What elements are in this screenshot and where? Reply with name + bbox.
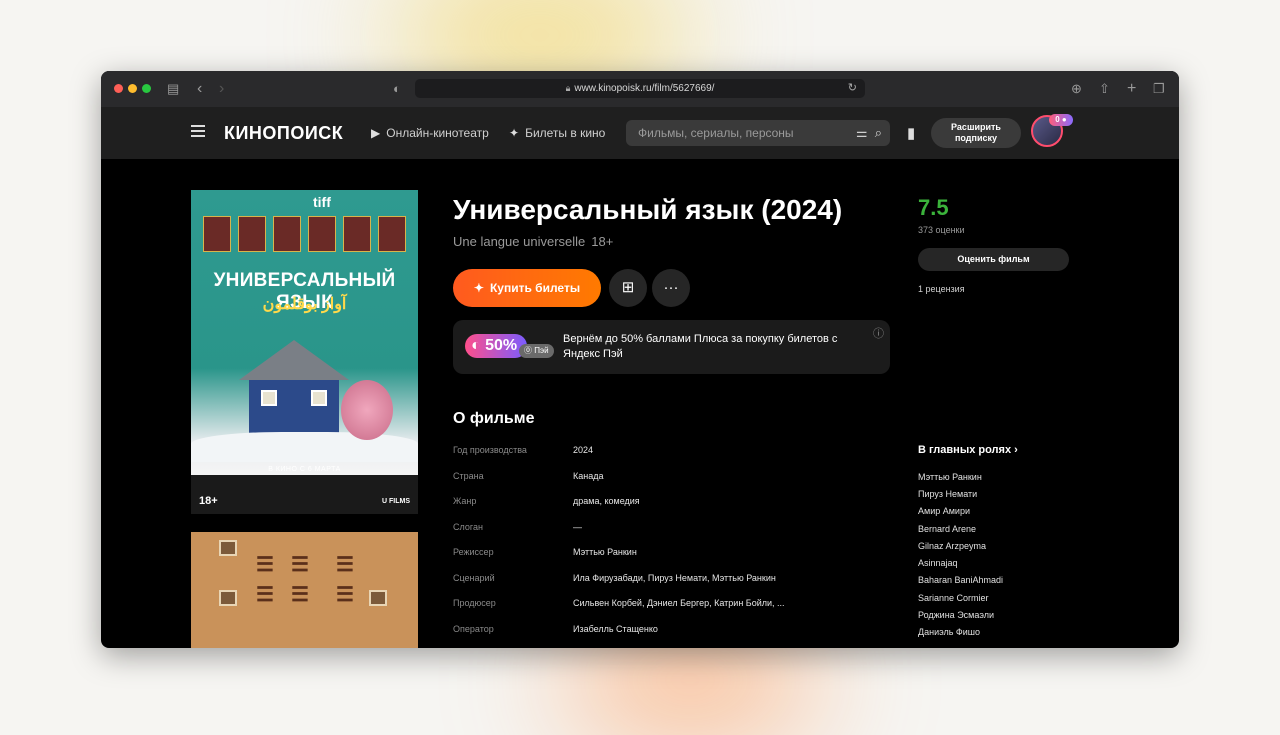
info-row: Слоган — [453,522,582,532]
zoom-window-button[interactable] [142,84,151,93]
new-tab-icon[interactable]: + [1127,71,1136,107]
film-still-image[interactable]: ☰ ☰ ☰ ☰ ☰ ☰ [191,532,418,648]
forward-icon[interactable]: › [219,71,224,107]
cast-member[interactable]: Пируз Немати [918,488,977,500]
rate-film-button[interactable]: Оценить фильм [918,248,1069,271]
minimize-window-button[interactable] [128,84,137,93]
poster-house [239,340,349,440]
poster-tree [341,380,393,440]
info-icon[interactable]: ⓘ [873,325,884,341]
cast-member[interactable]: Sarianne Cormier [918,592,989,604]
back-icon[interactable]: ‹ [197,71,202,107]
play-icon: ▶ [371,126,381,140]
about-heading: О фильме [453,410,535,427]
info-row: Страна Канада [453,471,604,481]
buy-tickets-button[interactable]: ✦ Купить билеты [453,269,601,307]
info-row: Год производства 2024 [453,445,594,455]
plus-points-badge: 0 ● [1049,114,1073,126]
votes-count: 373 оценки [918,225,965,235]
cast-member[interactable]: Asinnajaq [918,557,958,569]
nav-online-cinema[interactable]: ▶ Онлайн-кинотеатр [371,123,489,143]
poster-title-arabic: آواز بوقلمون [262,296,347,313]
film-poster[interactable]: tiff УНИВЕРСАЛЬНЫЙ ЯЗЫК آواز بوقلمون В К… [191,190,418,514]
add-to-watchlist-button[interactable]: ⊞ [609,269,647,307]
info-row: Жанр драма, комедия [453,496,640,506]
sidebar-icon[interactable]: ▤ [167,71,179,107]
address-bar[interactable]: 🔒︎ www.kinopoisk.ru/film/5627669/ ↻ [415,79,865,98]
poster-snow [191,432,418,462]
cast-member[interactable]: Bernard Arene [918,523,976,535]
info-row: Сценарий Ила Фирузабади, Пируз Немати, Мэ… [453,573,776,583]
cast-heading[interactable]: В главных ролях › [918,444,1018,456]
share-icon[interactable]: ⇧ [1099,71,1110,107]
site-header: КИНОПОИСК ▶ Онлайн-кинотеатр ✦ Билеты в ки… [101,107,1179,159]
downloads-icon[interactable]: ⊕ [1071,71,1082,107]
search-input[interactable]: Фильмы, сериалы, персоны ⚌ ⌕ [626,120,890,146]
site-logo[interactable]: КИНОПОИСК [224,120,343,146]
ticket-star-icon: ✦ [473,281,484,295]
chevron-right-icon: › [1014,444,1018,456]
info-row: Оператор Изабелль Стащенко [453,624,658,634]
browser-toolbar: ▤ ‹ › ◐ 🔒︎ www.kinopoisk.ru/film/5627669/… [101,71,1179,107]
cast-member[interactable]: Gilnaz Arzpeyma [918,540,986,552]
film-title: Универсальный язык (2024) [453,194,843,225]
poster-age-rating: 18+ [199,495,218,507]
festival-logo: tiff [313,194,331,210]
reload-icon[interactable]: ↻ [848,79,857,98]
yandex-pay-badge: ⓪ Пэй [519,344,554,358]
promo-text: Вернём до 50% баллами Плюса за покупку б… [563,333,838,360]
age-rating: 18+ [591,234,614,249]
original-title: Une langue universelle 18+ [453,234,614,249]
privacy-shield-icon[interactable]: ◐ [393,71,401,107]
close-window-button[interactable] [114,84,123,93]
upgrade-subscription-button[interactable]: Расширить подписку [931,118,1021,148]
bookmark-plus-icon: ⊞ [621,279,635,296]
more-options-button[interactable]: ··· [652,269,690,307]
plus-discount-badge: ◐ 50% [465,334,527,358]
plus-cashback-banner[interactable]: ◐ 50% ⓪ Пэй Вернём до 50% баллами Плюса … [453,320,890,374]
lock-icon: 🔒︎ [565,83,571,93]
cast-member[interactable]: Мэттью Ранкин [918,471,982,483]
cast-member[interactable]: Амир Амири [918,505,970,517]
more-icon: ··· [663,279,679,296]
reviews-link[interactable]: 1 рецензия [918,284,965,294]
search-icon[interactable]: ⌕ [875,125,882,140]
ticket-star-icon: ✦ [509,126,520,140]
cast-member[interactable]: Baharan BaniAhmadi [918,574,1003,586]
cast-member[interactable]: Роджина Эсмаэли [918,609,994,621]
menu-icon[interactable] [191,125,205,137]
browser-window: ▤ ‹ › ◐ 🔒︎ www.kinopoisk.ru/film/5627669/… [101,71,1179,648]
bookmark-icon[interactable]: ▮ [907,124,915,142]
poster-release-date: В КИНО С 6 МАРТА [268,466,341,473]
tab-overview-icon[interactable]: ❐ [1153,71,1165,107]
poster-distributor: U FILMS [382,498,410,505]
poster-frames [203,216,406,256]
info-row: Продюсер Сильвен Корбей, Дэниел Бергер, К… [453,598,785,608]
film-rating: 7.5 [918,195,949,220]
nav-cinema-tickets[interactable]: ✦ Билеты в кино [509,123,605,143]
cast-member[interactable]: Даниэль Фишо [918,626,980,638]
info-row: Режиссер Мэттью Ранкин [453,547,637,557]
url-text: www.kinopoisk.ru/film/5627669/ [574,83,715,94]
filter-icon[interactable]: ⚌ [856,125,868,140]
